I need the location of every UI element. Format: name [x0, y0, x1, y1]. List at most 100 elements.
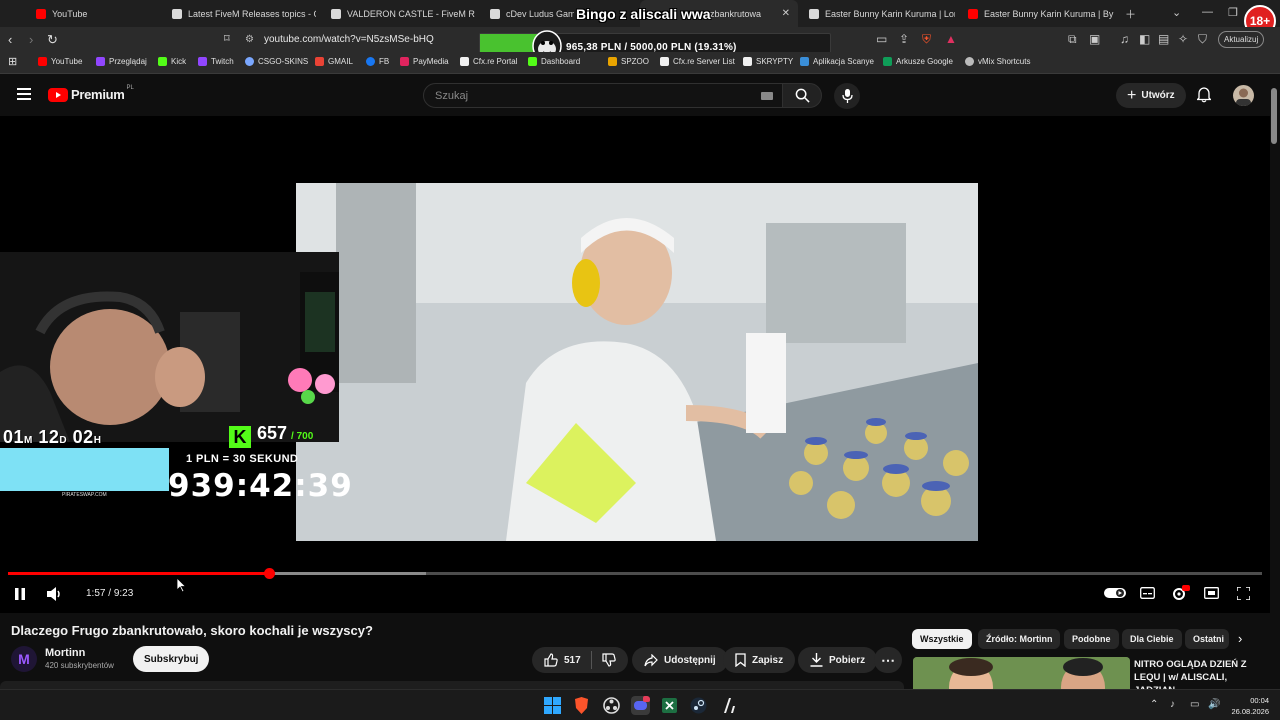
divider [590, 651, 592, 669]
tab-valderon-castle[interactable]: VALDERON CASTLE - FiveM Release [325, 0, 475, 27]
bookmark-cfx-server-list[interactable]: Cfx.re Server List [660, 57, 735, 66]
brave-browser-icon[interactable] [572, 696, 591, 715]
vpn-icon[interactable]: ⛉ [1198, 32, 1207, 47]
brave-shields-icon[interactable]: ⛨ [922, 32, 931, 47]
volume-icon[interactable] [47, 587, 63, 601]
twitch-icon [198, 57, 207, 66]
bookmark-vmix-shortcuts[interactable]: vMix Shortcuts [965, 57, 1030, 66]
bookmark-skrypty[interactable]: SKRYPTY [743, 57, 793, 66]
fivem-icon[interactable] [720, 696, 739, 715]
bookmark-icon[interactable]: ⌑ [224, 32, 230, 45]
search-input[interactable]: Szukaj [423, 83, 786, 108]
reader-icon[interactable]: ▣ [1089, 32, 1100, 46]
video-progress-bar[interactable] [8, 568, 1262, 579]
cast-icon[interactable]: ▭ [876, 32, 887, 46]
bookmark-kick[interactable]: Kick [158, 57, 186, 66]
youtube-premium-logo[interactable]: Premium PL [48, 85, 134, 102]
minimize-icon[interactable]: — [1202, 6, 1213, 18]
restore-icon[interactable]: ❐ [1228, 6, 1238, 19]
bookmark-przegladaj[interactable]: Przeglądaj [96, 57, 147, 66]
bookmark-gmail[interactable]: GMAIL [315, 57, 353, 66]
more-actions-button[interactable]: ⋯ [874, 647, 902, 673]
notifications-bell-icon[interactable] [1197, 87, 1211, 103]
chip-source[interactable]: Źródło: Mortinn [978, 629, 1061, 649]
system-clock[interactable]: 00:04 26.08.2026 [1228, 695, 1269, 717]
download-button[interactable]: Pobierz [798, 647, 878, 673]
search-button[interactable] [782, 83, 822, 108]
leo-ai-icon[interactable]: ✧ [1178, 32, 1188, 46]
bookmark-youtube[interactable]: YouTube [38, 57, 82, 66]
video-frame[interactable] [296, 183, 978, 541]
network-icon[interactable]: ▭ [1190, 699, 1199, 710]
volume-tray-icon[interactable]: 🔊 [1208, 699, 1220, 710]
site-settings-icon[interactable]: ⚙ [245, 34, 254, 45]
tab-easter-bunny-lore[interactable]: Easter Bunny Karin Kuruma | Lore F [803, 0, 955, 27]
pause-icon[interactable] [14, 588, 26, 600]
wallet-icon[interactable]: ▤ [1158, 32, 1169, 46]
save-button[interactable]: Zapisz [723, 647, 796, 673]
update-browser-button[interactable]: Aktualizuj [1218, 31, 1265, 48]
new-tab-icon[interactable]: ＋ [1125, 6, 1136, 22]
windows-start-icon[interactable] [543, 696, 562, 715]
bookmark-aplikacja-scanye[interactable]: Aplikacja Scanye [800, 57, 874, 66]
bookmark-csgo-skins[interactable]: CSGO-SKINS [245, 57, 308, 66]
voice-search-button[interactable] [834, 83, 860, 109]
bookmark-twitch[interactable]: Twitch [198, 57, 234, 66]
page-scrollbar[interactable] [1271, 88, 1277, 144]
settings-gear-icon[interactable] [1172, 585, 1190, 601]
microphone-tray-icon[interactable]: ♪ [1170, 699, 1175, 710]
create-button[interactable]: + Utwórz [1116, 83, 1186, 108]
fullscreen-icon[interactable] [1237, 587, 1250, 600]
share-page-icon[interactable]: ⇪ [899, 32, 909, 46]
time-display: 1:57 / 9:23 [86, 588, 134, 599]
menu-hamburger-icon[interactable] [17, 88, 31, 100]
autoplay-toggle-icon[interactable] [1104, 587, 1126, 599]
bookmark-dashboard[interactable]: Dashboard [528, 57, 580, 66]
scrubber-handle[interactable] [263, 568, 275, 579]
recommended-video-thumbnail[interactable] [913, 657, 1130, 689]
rewards-icon[interactable]: ▲ [945, 32, 957, 46]
back-icon[interactable]: ‹ [8, 32, 12, 47]
chip-all[interactable]: Wszystkie [912, 629, 972, 649]
tab-list-chevron-icon[interactable]: ⌄ [1172, 6, 1181, 19]
media-icon[interactable]: ♫ [1120, 32, 1129, 46]
miniplayer-icon[interactable] [1204, 587, 1219, 599]
extensions-icon[interactable]: ⧉ [1068, 32, 1077, 47]
sidebar-icon[interactable]: ◧ [1139, 32, 1150, 46]
steam-icon[interactable] [689, 696, 708, 715]
chip-next-chevron-icon[interactable]: › [1238, 631, 1242, 646]
share-button[interactable]: Udostępnij [632, 647, 728, 673]
bookmark-arkusze-google[interactable]: Arkusze Google [883, 57, 953, 66]
tray-chevron-icon[interactable]: ⌃ [1150, 699, 1158, 710]
discord-icon[interactable] [631, 696, 650, 715]
url-field[interactable]: ⚙ youtube.com/watch?v=N5zsMSe-bHQ [245, 30, 481, 49]
apps-grid-icon[interactable]: ⊞ [8, 55, 17, 68]
bookmark-paymedia[interactable]: PayMedia [400, 57, 449, 66]
chip-for-you[interactable]: Dla Ciebie [1122, 629, 1182, 649]
chip-similar[interactable]: Podobne [1064, 629, 1119, 649]
like-thumbs-up-icon[interactable] [544, 653, 558, 667]
user-avatar[interactable] [1233, 85, 1254, 106]
obs-icon[interactable] [602, 696, 621, 715]
subscribe-button[interactable]: Subskrybuj [133, 646, 210, 672]
forward-icon[interactable]: › [29, 32, 33, 47]
tab-fivem-releases[interactable]: Latest FiveM Releases topics - Cfx.r [166, 0, 316, 27]
chip-recent[interactable]: Ostatni [1185, 629, 1229, 649]
channel-avatar[interactable]: M [11, 646, 37, 672]
dislike-thumbs-down-icon[interactable] [602, 653, 616, 667]
channel-name[interactable]: Mortinn [45, 647, 85, 659]
paymedia-icon [400, 57, 409, 66]
search-icon [795, 88, 810, 103]
bookmark-spzoo[interactable]: SPZOO [608, 57, 649, 66]
close-tab-icon[interactable]: ✕ [782, 8, 790, 19]
excel-icon[interactable] [660, 696, 679, 715]
tab-youtube[interactable]: YouTube [30, 0, 162, 27]
tab-cdev-ludus[interactable]: cDev Ludus Gaming [484, 0, 574, 27]
reload-icon[interactable]: ↻ [47, 32, 58, 48]
tab-easter-bunny-mo[interactable]: Easter Bunny Karin Kuruma | By Mo [962, 0, 1114, 27]
keyboard-icon[interactable] [761, 92, 773, 100]
bookmark-fb[interactable]: FB [366, 57, 389, 66]
bookmark-cfx-portal[interactable]: Cfx.re Portal [460, 57, 517, 66]
subtitles-icon[interactable] [1140, 587, 1155, 599]
description-box-edge[interactable] [0, 681, 904, 689]
